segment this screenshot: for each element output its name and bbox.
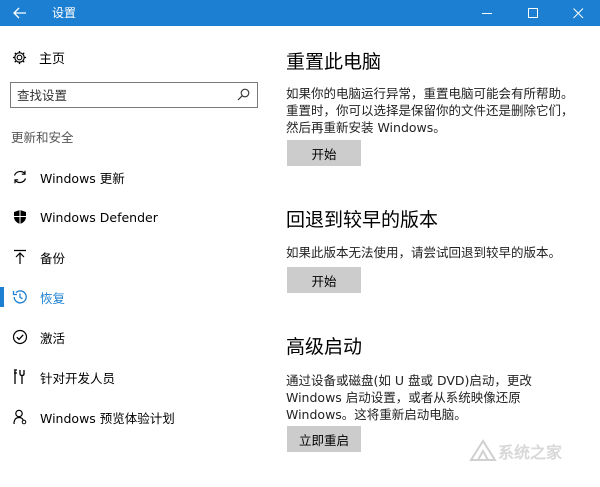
sidebar: 主页 更新和安全 Windows 更新 Windows Defender 备份 …: [0, 26, 270, 487]
watermark-logo-icon: [469, 439, 497, 461]
tools-icon: [14, 369, 25, 384]
advanced-desc-line: 通过设备或磁盘(如 U 盘或 DVD)启动，更改: [286, 373, 532, 388]
history-icon: [12, 290, 27, 304]
sidebar-item-label: 恢复: [40, 290, 66, 306]
upload-icon: [14, 249, 26, 264]
close-icon: [572, 7, 583, 18]
sidebar-item-label: 激活: [40, 330, 66, 346]
check-circle-icon: [12, 329, 28, 345]
advanced-desc-line: Windows。这将重新启动电脑。: [286, 407, 467, 422]
rollback-desc-line: 如果此版本无法使用，请尝试回退到较早的版本。: [286, 245, 562, 260]
sidebar-item-label: 备份: [40, 250, 66, 266]
sidebar-item-insider[interactable]: Windows 预览体验计划: [0, 402, 270, 432]
sidebar-item-label: Windows Defender: [40, 209, 158, 225]
reset-desc-line: 然后再重新安装 Windows。: [286, 120, 446, 135]
close-button[interactable]: [556, 0, 600, 26]
reset-desc-line: 重置时，你可以选择是保留你的文件还是删除它们，: [286, 103, 574, 118]
advanced-description: 通过设备或磁盘(如 U 盘或 DVD)启动，更改 Windows 启动设置，或者…: [286, 372, 586, 423]
restart-now-button[interactable]: 立即重启: [287, 426, 361, 452]
sidebar-item-label: Windows 更新: [40, 170, 125, 186]
main-content: 重置此电脑 如果你的电脑运行异常，重置电脑可能会有所帮助。 重置时，你可以选择是…: [270, 26, 600, 487]
sidebar-item-recovery[interactable]: 恢复: [0, 282, 270, 312]
person-icon: [13, 409, 27, 425]
reset-start-button[interactable]: 开始: [287, 140, 361, 166]
back-arrow-icon: [13, 7, 26, 19]
sidebar-home-label: 主页: [39, 52, 66, 67]
sidebar-item-windows-update[interactable]: Windows 更新: [0, 162, 270, 192]
watermark: 系统之家: [468, 438, 562, 464]
search-box[interactable]: [10, 82, 258, 108]
rollback-description: 如果此版本无法使用，请尝试回退到较早的版本。: [286, 244, 586, 261]
back-button[interactable]: [0, 0, 40, 26]
maximize-button[interactable]: [510, 0, 556, 26]
window-title: 设置: [52, 6, 77, 20]
sync-icon: [13, 170, 27, 184]
title-bar: 设置: [0, 0, 600, 26]
search-input[interactable]: [11, 83, 226, 107]
sidebar-item-home[interactable]: 主页: [12, 48, 65, 67]
minimize-button[interactable]: [464, 0, 510, 26]
sidebar-item-activation[interactable]: 激活: [0, 322, 270, 352]
gear-icon: [12, 50, 27, 65]
sidebar-item-label: 针对开发人员: [40, 370, 116, 386]
section-label: 更新和安全: [11, 130, 74, 145]
search-icon[interactable]: [237, 88, 250, 101]
minimize-icon: [481, 12, 492, 14]
reset-title: 重置此电脑: [286, 51, 382, 73]
watermark-text: 系统之家: [498, 443, 563, 462]
advanced-title: 高级启动: [286, 336, 363, 358]
sidebar-item-windows-defender[interactable]: Windows Defender: [0, 202, 270, 232]
maximize-icon: [527, 7, 538, 18]
rollback-title: 回退到较早的版本: [286, 209, 439, 231]
sidebar-item-developers[interactable]: 针对开发人员: [0, 362, 270, 392]
sidebar-item-label: Windows 预览体验计划: [40, 410, 175, 426]
sidebar-item-backup[interactable]: 备份: [0, 242, 270, 272]
shield-icon: [14, 210, 26, 224]
advanced-desc-line: Windows 启动设置，或者从系统映像还原: [286, 390, 521, 405]
reset-description: 如果你的电脑运行异常，重置电脑可能会有所帮助。 重置时，你可以选择是保留你的文件…: [286, 85, 586, 136]
rollback-start-button[interactable]: 开始: [287, 267, 361, 293]
reset-desc-line: 如果你的电脑运行异常，重置电脑可能会有所帮助。: [286, 86, 574, 101]
